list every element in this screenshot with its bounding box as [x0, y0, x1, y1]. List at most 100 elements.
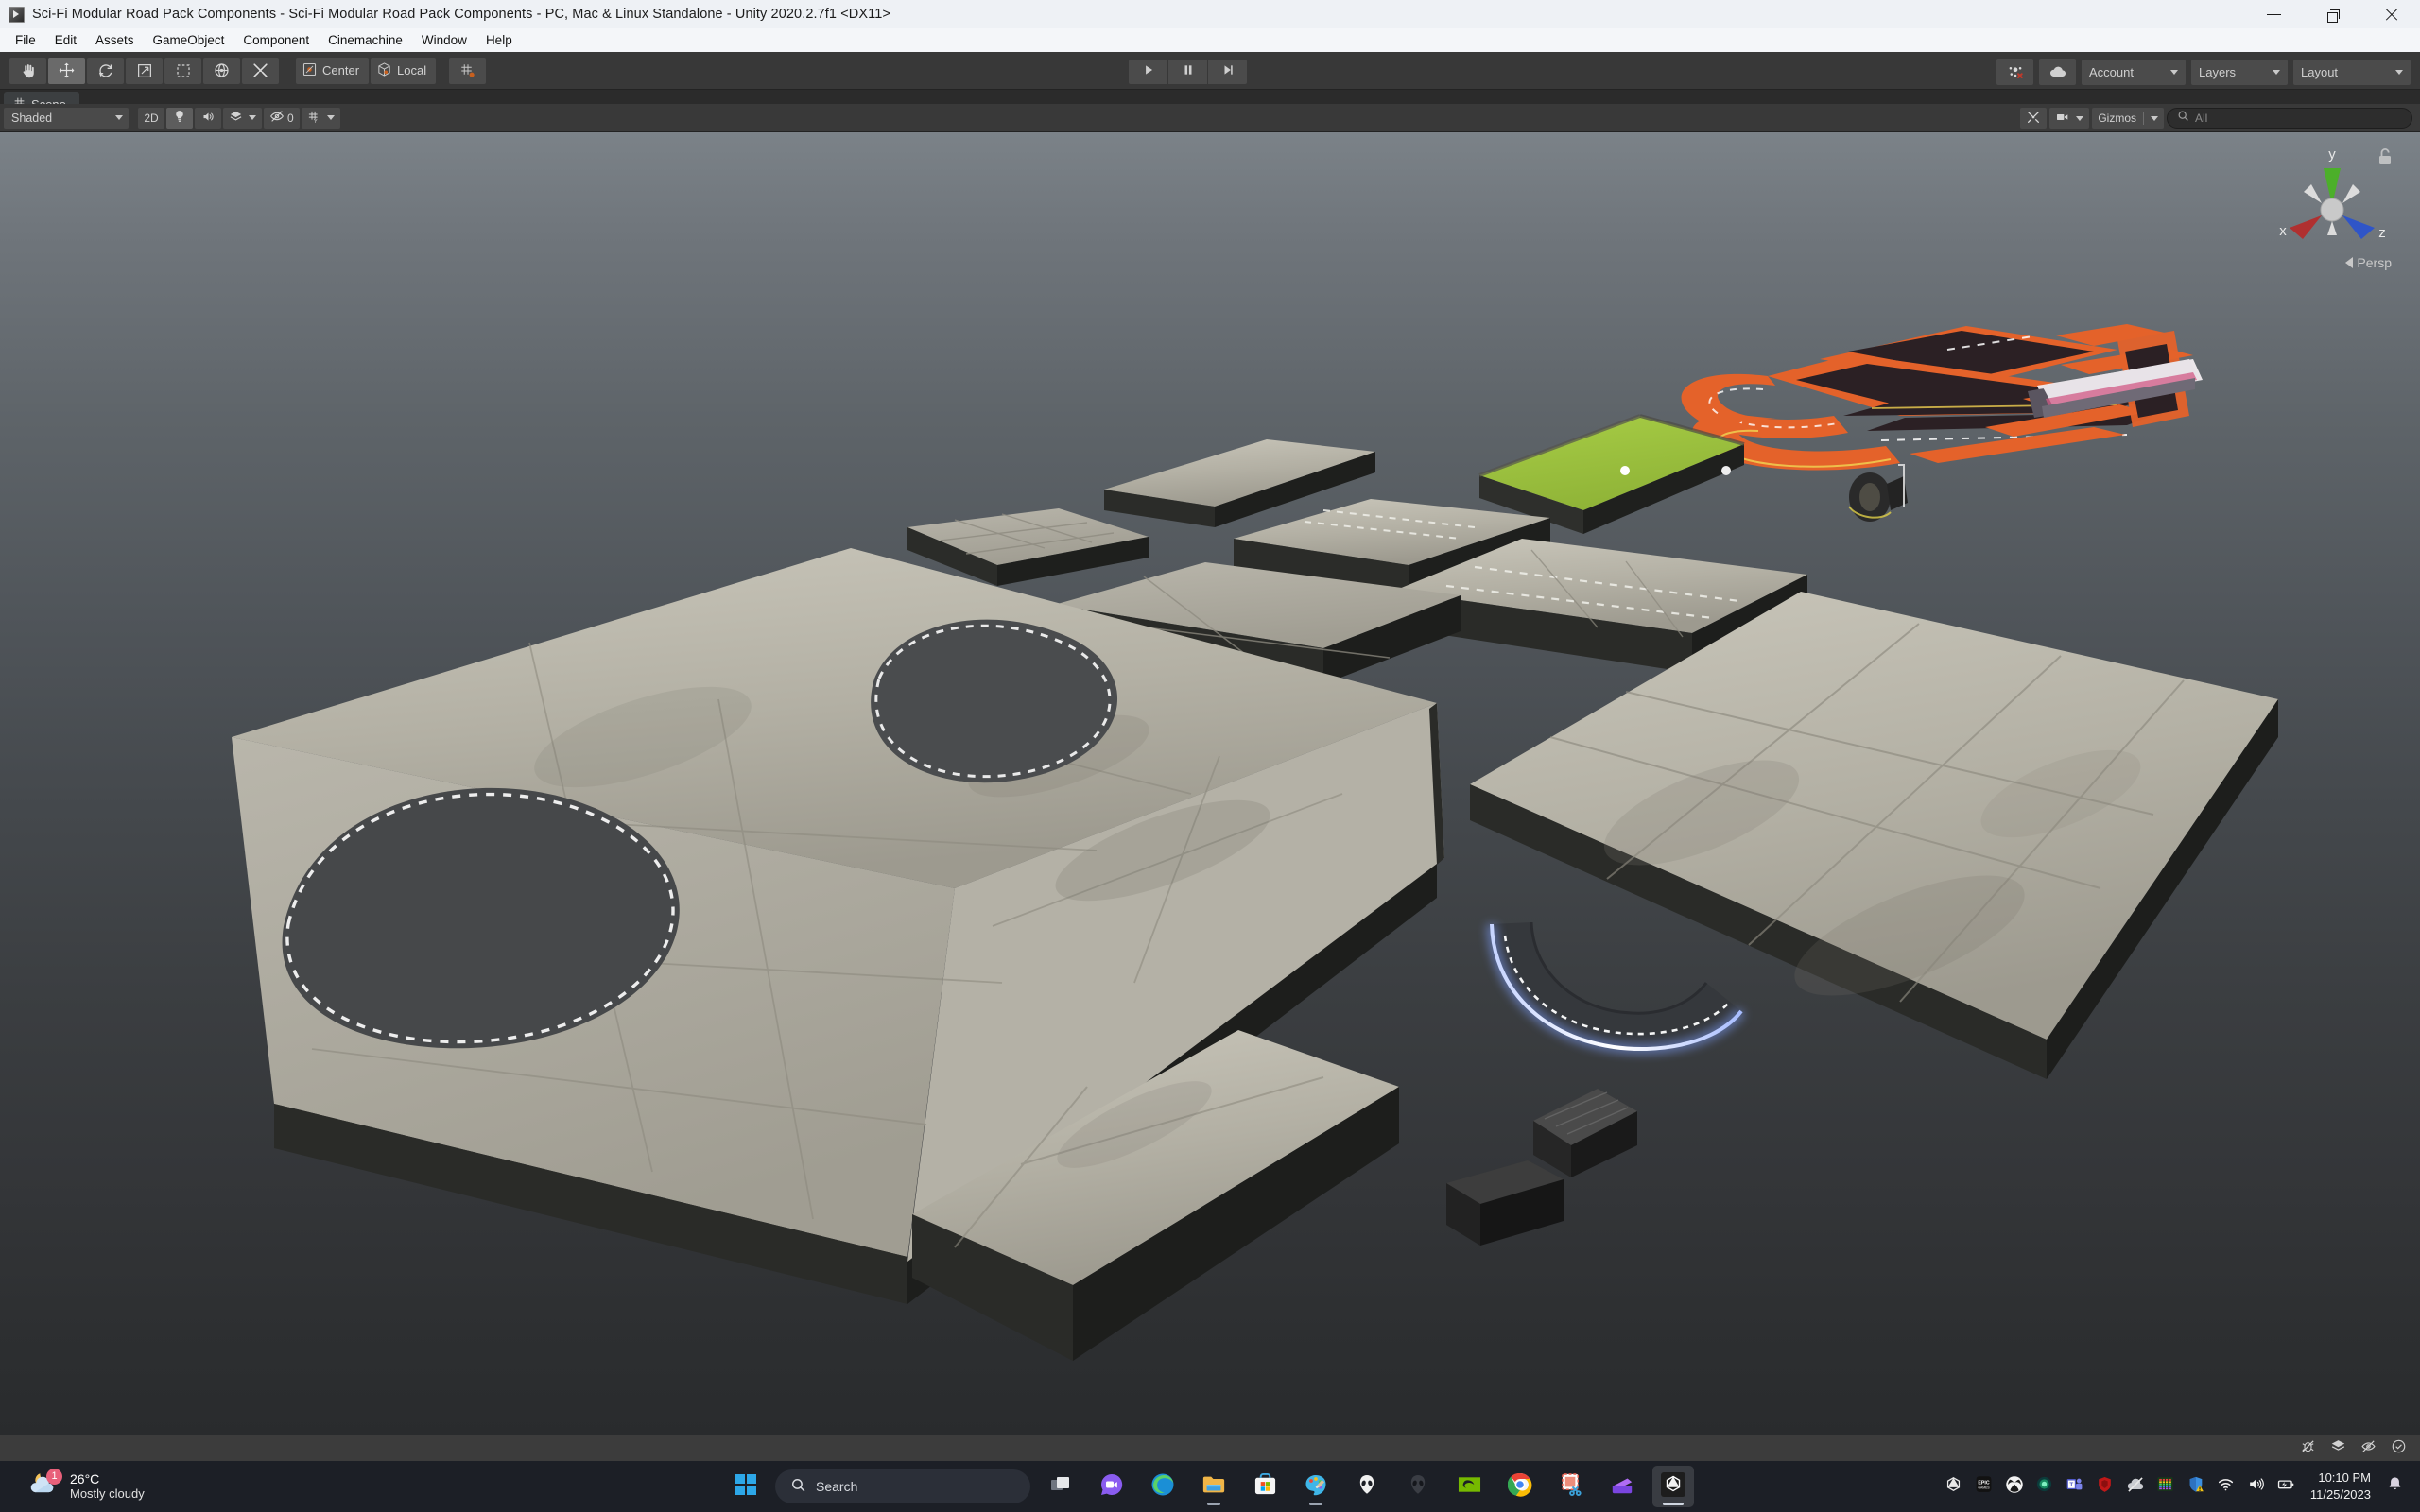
store-icon	[1253, 1472, 1277, 1501]
taskbar-clipchamp[interactable]	[1601, 1466, 1643, 1507]
play-button[interactable]	[1129, 60, 1167, 84]
lighting-toggle-button[interactable]	[166, 108, 193, 129]
ready-status-button[interactable]	[2384, 1437, 2412, 1460]
tray-xbox[interactable]	[2000, 1469, 2029, 1503]
layout-dropdown[interactable]: Layout	[2293, 60, 2411, 85]
menu-gameobject[interactable]: GameObject	[144, 30, 234, 50]
menu-component[interactable]: Component	[233, 30, 319, 50]
transform-tool-button[interactable]	[203, 58, 240, 84]
taskbar-clock[interactable]: 10:10 PM 11/25/2023	[2310, 1469, 2371, 1503]
maximize-button[interactable]	[2303, 0, 2361, 28]
projection-mode-label[interactable]: Persp	[2345, 255, 2392, 270]
gizmo-search-field[interactable]	[2167, 108, 2412, 129]
unity-toolbar: Center Local	[0, 52, 2420, 90]
taskbar-google-chrome[interactable]	[1499, 1466, 1541, 1507]
scene-tools-button[interactable]	[2020, 108, 2047, 129]
pause-button[interactable]	[1168, 60, 1207, 84]
gizmos-button[interactable]: Gizmos	[2092, 108, 2164, 129]
taskbar-microsoft-store[interactable]	[1244, 1466, 1286, 1507]
chevron-down-icon	[2273, 70, 2280, 75]
tray-volume[interactable]	[2242, 1469, 2271, 1503]
alienware-head-dark-icon	[1407, 1473, 1429, 1501]
effects-toggle-button[interactable]	[223, 108, 262, 129]
taskbar-alienware-secondary[interactable]	[1397, 1466, 1439, 1507]
tray-network[interactable]	[2212, 1469, 2240, 1503]
menu-help[interactable]: Help	[476, 30, 522, 50]
taskbar-nvidia[interactable]	[1448, 1466, 1490, 1507]
menu-cinemachine[interactable]: Cinemachine	[319, 30, 412, 50]
minimize-button[interactable]	[2244, 0, 2303, 28]
gizmo-search-input[interactable]	[2195, 112, 2402, 125]
tray-orb[interactable]	[2031, 1469, 2059, 1503]
weather-widget[interactable]: 1 26°C Mostly cloudy	[17, 1466, 154, 1508]
layers-status-button[interactable]	[2324, 1437, 2352, 1460]
play-controls	[1129, 60, 1247, 84]
account-dropdown[interactable]: Account	[2082, 60, 2186, 85]
paint-palette-icon	[1304, 1472, 1328, 1502]
hidden-objects-button[interactable]: 0	[264, 108, 300, 129]
pivot-mode-label: Center	[322, 63, 359, 77]
tray-epic-games[interactable]: EPIC GAMES	[1970, 1469, 1998, 1503]
taskbar-search[interactable]: Search	[775, 1469, 1030, 1503]
layers-label: Layers	[2199, 65, 2236, 79]
grid-visibility-button[interactable]: Y	[302, 108, 340, 129]
chevron-down-icon[interactable]	[2151, 116, 2158, 121]
collab-button[interactable]	[1996, 59, 2033, 85]
hidden-objects-count: 0	[287, 112, 294, 125]
taskbar-unity-editor[interactable]	[1652, 1466, 1694, 1507]
taskbar-task-view[interactable]	[1040, 1466, 1081, 1507]
toggle-2d-button[interactable]: 2D	[138, 108, 164, 129]
edge-icon	[1150, 1472, 1175, 1502]
tray-alienfx[interactable]	[2152, 1469, 2180, 1503]
tray-battery[interactable]	[2273, 1469, 2301, 1503]
menu-file[interactable]: File	[6, 30, 45, 50]
chevron-down-icon[interactable]	[2076, 116, 2083, 121]
menu-edit[interactable]: Edit	[45, 30, 86, 50]
battery-charging-icon	[2276, 1475, 2297, 1498]
grid-snap-button[interactable]	[449, 58, 486, 84]
chevron-down-icon[interactable]	[327, 115, 335, 120]
taskbar-file-explorer[interactable]	[1193, 1466, 1235, 1507]
taskbar-search-label: Search	[816, 1479, 857, 1494]
cloud-button[interactable]	[2039, 59, 2076, 85]
rotate-tool-button[interactable]	[87, 58, 124, 84]
step-button[interactable]	[1208, 60, 1247, 84]
pivot-rotation-button[interactable]: Local	[371, 58, 436, 84]
pivot-mode-button[interactable]: Center	[296, 58, 369, 84]
scene-camera-button[interactable]	[2049, 108, 2089, 129]
scene-viewport[interactable]: y x z Persp	[0, 132, 2420, 1435]
start-button[interactable]	[726, 1467, 766, 1506]
taskbar-snipping-tool[interactable]	[1550, 1466, 1592, 1507]
tray-onedrive[interactable]	[2121, 1469, 2150, 1503]
close-button[interactable]	[2361, 0, 2420, 28]
tray-mcafee[interactable]	[2091, 1469, 2119, 1503]
rgb-grid-icon	[2156, 1475, 2174, 1498]
check-circle-icon	[2391, 1438, 2407, 1459]
custom-tool-button[interactable]	[242, 58, 279, 84]
view-orientation-gizmo[interactable]: y x z	[2261, 137, 2403, 298]
menu-assets[interactable]: Assets	[86, 30, 144, 50]
tray-teams[interactable]: T	[2061, 1469, 2089, 1503]
hand-tool-button[interactable]	[9, 58, 46, 84]
teams-icon: T	[2066, 1475, 2083, 1498]
teams-chat-icon	[1099, 1472, 1124, 1502]
menu-window[interactable]: Window	[412, 30, 476, 50]
audio-toggle-button[interactable]	[195, 108, 221, 129]
draw-mode-dropdown[interactable]: Shaded	[4, 108, 129, 129]
move-tool-button[interactable]	[48, 58, 85, 84]
taskbar-alienware[interactable]	[1346, 1466, 1388, 1507]
scale-tool-button[interactable]	[126, 58, 163, 84]
taskbar-teams-chat[interactable]	[1091, 1466, 1132, 1507]
taskbar-paint[interactable]	[1295, 1466, 1337, 1507]
chevron-down-icon[interactable]	[249, 115, 256, 120]
notifications-button[interactable]	[2382, 1469, 2407, 1503]
taskbar-microsoft-edge[interactable]	[1142, 1466, 1184, 1507]
visibility-status-button[interactable]	[2354, 1437, 2382, 1460]
windows-taskbar: 1 26°C Mostly cloudy	[0, 1461, 2420, 1512]
layers-dropdown[interactable]: Layers	[2191, 60, 2288, 85]
tray-unity-hub[interactable]	[1940, 1469, 1968, 1503]
debug-toggle-button[interactable]	[2293, 1437, 2322, 1460]
rect-tool-button[interactable]	[164, 58, 201, 84]
tray-windows-security[interactable]	[2182, 1469, 2210, 1503]
clock-date: 11/25/2023	[2310, 1486, 2371, 1503]
